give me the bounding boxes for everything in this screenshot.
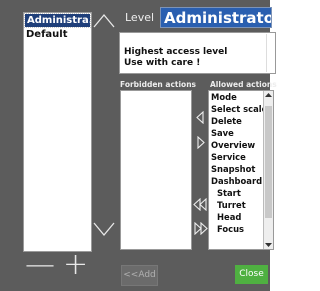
level-label: Level bbox=[125, 11, 155, 24]
move-all-right-icon[interactable] bbox=[193, 222, 208, 235]
description-scrollbar[interactable] bbox=[266, 34, 274, 72]
add-button[interactable]: <<Add bbox=[121, 265, 158, 286]
profile-item-default[interactable]: Default bbox=[24, 28, 91, 41]
add-profile-button[interactable]: + bbox=[63, 250, 88, 280]
move-right-icon[interactable] bbox=[196, 136, 206, 149]
forbidden-actions-label: Forbidden actions bbox=[120, 80, 197, 89]
move-down-icon[interactable] bbox=[92, 222, 116, 238]
forbidden-actions-list[interactable] bbox=[120, 90, 192, 250]
description-text: Highest access level Use with care ! bbox=[124, 47, 228, 68]
scroll-up-icon[interactable] bbox=[264, 91, 273, 99]
level-input[interactable]: Administrator bbox=[160, 7, 272, 28]
close-button[interactable]: Close bbox=[235, 265, 268, 284]
description-textarea[interactable]: Highest access level Use with care ! bbox=[119, 32, 276, 74]
allowed-actions-label: Allowed actions bbox=[210, 80, 277, 89]
scroll-thumb[interactable] bbox=[265, 106, 272, 218]
move-left-icon[interactable] bbox=[195, 111, 205, 124]
allowed-actions-list[interactable]: Mode Select scale Delete Save Overview S… bbox=[208, 90, 274, 250]
remove-profile-button[interactable]: — bbox=[25, 250, 55, 280]
allowed-scrollbar[interactable] bbox=[263, 91, 273, 249]
move-all-left-icon[interactable] bbox=[193, 198, 208, 211]
move-up-icon[interactable] bbox=[92, 12, 116, 28]
profile-item-administrator[interactable]: Administra... bbox=[24, 13, 91, 28]
profile-list[interactable]: Administra... Default bbox=[23, 12, 92, 252]
scroll-down-icon[interactable] bbox=[264, 241, 273, 249]
